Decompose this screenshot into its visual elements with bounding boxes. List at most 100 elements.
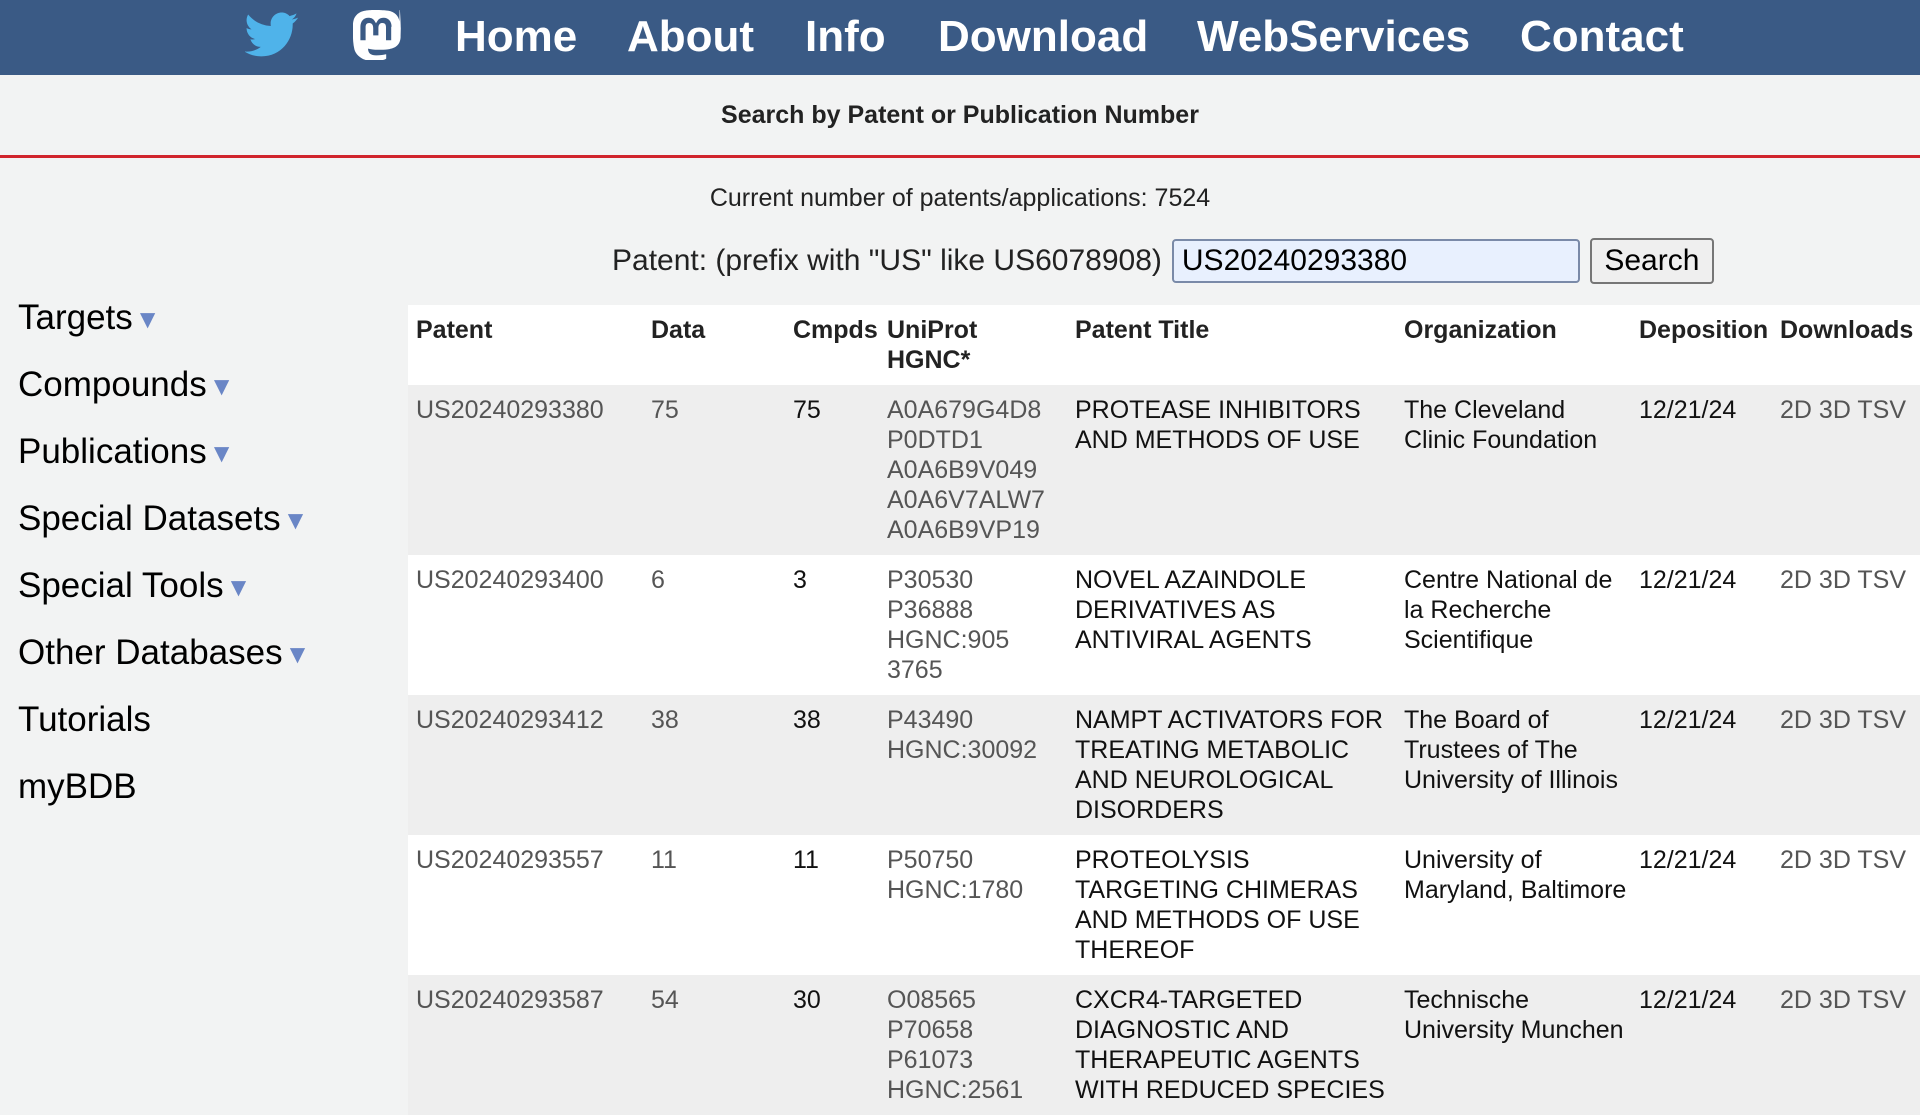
data-count-link[interactable]: 38 — [643, 695, 785, 835]
column-header-cmpds: Cmpds — [785, 305, 879, 385]
patent-count-text: Current number of patents/applications: … — [709, 184, 1211, 212]
patent-title: PROTEASE INHIBITORS AND METHODS OF USE — [1067, 385, 1396, 555]
table-row: US20240293400 6 3 P30530 P36888 HGNC:905 37… — [408, 555, 1920, 695]
sidebar-item-label: Tutorials — [18, 699, 151, 739]
downloads-cell: 2D 3D TSV — [1772, 555, 1920, 695]
download-3d-link[interactable]: 3D — [1819, 566, 1851, 594]
mastodon-icon[interactable] — [350, 8, 404, 62]
sidebar-item-special-datasets[interactable]: Special Datasets ▼ — [18, 485, 348, 552]
nav-home-link[interactable]: Home — [455, 10, 577, 64]
patent-link[interactable]: US20240293412 — [408, 695, 643, 835]
download-3d-link[interactable]: 3D — [1819, 986, 1851, 1014]
sidebar-item-targets[interactable]: Targets ▼ — [18, 284, 348, 351]
download-tsv-link[interactable]: TSV — [1857, 986, 1906, 1014]
sidebar-item-special-tools[interactable]: Special Tools ▼ — [18, 552, 348, 619]
sidebar-item-label: Special Tools — [18, 565, 224, 605]
download-tsv-link[interactable]: TSV — [1857, 706, 1906, 734]
nav-contact-link[interactable]: Contact — [1520, 10, 1684, 64]
deposition-date: 12/21/24 — [1631, 385, 1772, 555]
data-count-link[interactable]: 75 — [643, 385, 785, 555]
search-button[interactable]: Search — [1589, 238, 1714, 284]
twitter-bird-icon[interactable] — [245, 8, 299, 62]
patent-title: NOVEL AZAINDOLE DERIVATIVES AS ANTIVIRAL… — [1067, 555, 1396, 695]
dropdown-triangle-icon: ▼ — [225, 572, 252, 602]
download-3d-link[interactable]: 3D — [1819, 396, 1851, 424]
nav-webservices-link[interactable]: WebServices — [1197, 10, 1470, 64]
table-row: US20240293380 75 75 A0A679G4D8 P0DTD1 A0A6B… — [408, 385, 1920, 555]
download-2d-link[interactable]: 2D — [1780, 986, 1812, 1014]
sidebar-item-mybdb[interactable]: myBDB — [18, 753, 348, 820]
deposition-date: 12/21/24 — [1631, 555, 1772, 695]
organization: The Cleveland Clinic Foundation — [1396, 385, 1631, 555]
deposition-date: 12/21/24 — [1631, 695, 1772, 835]
patent-link[interactable]: US20240293587 — [408, 975, 643, 1115]
uniprot-hgnc-links[interactable]: O08565 P70658 P61073 HGNC:2561 — [879, 975, 1067, 1115]
patent-link[interactable]: US20240293400 — [408, 555, 643, 695]
download-2d-link[interactable]: 2D — [1780, 846, 1812, 874]
download-2d-link[interactable]: 2D — [1780, 706, 1812, 734]
uniprot-hgnc-links[interactable]: A0A679G4D8 P0DTD1 A0A6B9V049 A0A6V7ALW7 … — [879, 385, 1067, 555]
table-header-row: Patent Data Cmpds UniProt HGNC* Patent Title… — [408, 305, 1920, 385]
column-header-organization: Organization — [1396, 305, 1631, 385]
downloads-cell: 2D 3D TSV — [1772, 835, 1920, 975]
data-count-link[interactable]: 54 — [643, 975, 785, 1115]
table-row: US20240293412 38 38 P43490 HGNC:30092 NAMPT … — [408, 695, 1920, 835]
dropdown-triangle-icon: ▼ — [208, 371, 235, 401]
deposition-date: 12/21/24 — [1631, 975, 1772, 1115]
page-title: Search by Patent or Publication Number — [721, 101, 1199, 129]
download-3d-link[interactable]: 3D — [1819, 706, 1851, 734]
sidebar-menu: Targets ▼ Compounds ▼ Publications ▼ Specia… — [18, 284, 348, 820]
sidebar-item-publications[interactable]: Publications ▼ — [18, 418, 348, 485]
table-row: US20240293587 54 30 O08565 P70658 P61073 HG… — [408, 975, 1920, 1115]
organization: The Board of Trustees of The University … — [1396, 695, 1631, 835]
uniprot-hgnc-links[interactable]: P50750 HGNC:1780 — [879, 835, 1067, 975]
nav-download-link[interactable]: Download — [938, 10, 1148, 64]
sidebar-item-label: Targets — [18, 297, 133, 337]
column-header-uniprot-hgnc: UniProt HGNC* — [879, 305, 1067, 385]
data-count-link[interactable]: 11 — [643, 835, 785, 975]
table-body: US20240293380 75 75 A0A679G4D8 P0DTD1 A0A6B… — [408, 385, 1920, 1115]
compound-count: 75 — [785, 385, 879, 555]
page-subheader: Search by Patent or Publication Number — [0, 75, 1920, 158]
download-tsv-link[interactable]: TSV — [1857, 396, 1906, 424]
data-count-link[interactable]: 6 — [643, 555, 785, 695]
compound-count: 11 — [785, 835, 879, 975]
download-2d-link[interactable]: 2D — [1780, 396, 1812, 424]
column-header-patent: Patent — [408, 305, 643, 385]
table-row: US20240293557 11 11 P50750 HGNC:1780 PROTEOL… — [408, 835, 1920, 975]
uniprot-hgnc-links[interactable]: P43490 HGNC:30092 — [879, 695, 1067, 835]
dropdown-triangle-icon: ▼ — [134, 304, 161, 334]
patent-search-label: Patent: (prefix with "US" like US6078908… — [612, 244, 1162, 277]
nav-about-link[interactable]: About — [627, 10, 754, 64]
organization: Centre National de la Recherche Scientif… — [1396, 555, 1631, 695]
patent-title: NAMPT ACTIVATORS FOR TREATING METABOLIC … — [1067, 695, 1396, 835]
downloads-cell: 2D 3D TSV — [1772, 695, 1920, 835]
sidebar-item-label: Other Databases — [18, 632, 283, 672]
sidebar-item-other-databases[interactable]: Other Databases ▼ — [18, 619, 348, 686]
patent-title: CXCR4-TARGETED DIAGNOSTIC AND THERAPEUTI… — [1067, 975, 1396, 1115]
organization: Technische University Munchen — [1396, 975, 1631, 1115]
sidebar-item-tutorials[interactable]: Tutorials — [18, 686, 348, 753]
sidebar-item-compounds[interactable]: Compounds ▼ — [18, 351, 348, 418]
download-tsv-link[interactable]: TSV — [1857, 846, 1906, 874]
patent-link[interactable]: US20240293557 — [408, 835, 643, 975]
patent-search-form: Patent: (prefix with "US" like US6078908… — [612, 238, 1714, 284]
column-header-data: Data — [643, 305, 785, 385]
nav-info-link[interactable]: Info — [805, 10, 886, 64]
sidebar-item-label: Publications — [18, 431, 207, 471]
download-2d-link[interactable]: 2D — [1780, 566, 1812, 594]
patent-search-input[interactable] — [1171, 239, 1580, 283]
patent-link[interactable]: US20240293380 — [408, 385, 643, 555]
organization: University of Maryland, Baltimore — [1396, 835, 1631, 975]
dropdown-triangle-icon: ▼ — [208, 438, 235, 468]
dropdown-triangle-icon: ▼ — [284, 639, 311, 669]
download-3d-link[interactable]: 3D — [1819, 846, 1851, 874]
download-tsv-link[interactable]: TSV — [1857, 566, 1906, 594]
top-nav-bar: Home About Info Download WebServices Con… — [0, 0, 1920, 75]
sidebar-item-label: Special Datasets — [18, 498, 281, 538]
sidebar-item-label: Compounds — [18, 364, 207, 404]
dropdown-triangle-icon: ▼ — [282, 505, 309, 535]
uniprot-hgnc-links[interactable]: P30530 P36888 HGNC:905 3765 — [879, 555, 1067, 695]
downloads-cell: 2D 3D TSV — [1772, 385, 1920, 555]
column-header-patent-title: Patent Title — [1067, 305, 1396, 385]
